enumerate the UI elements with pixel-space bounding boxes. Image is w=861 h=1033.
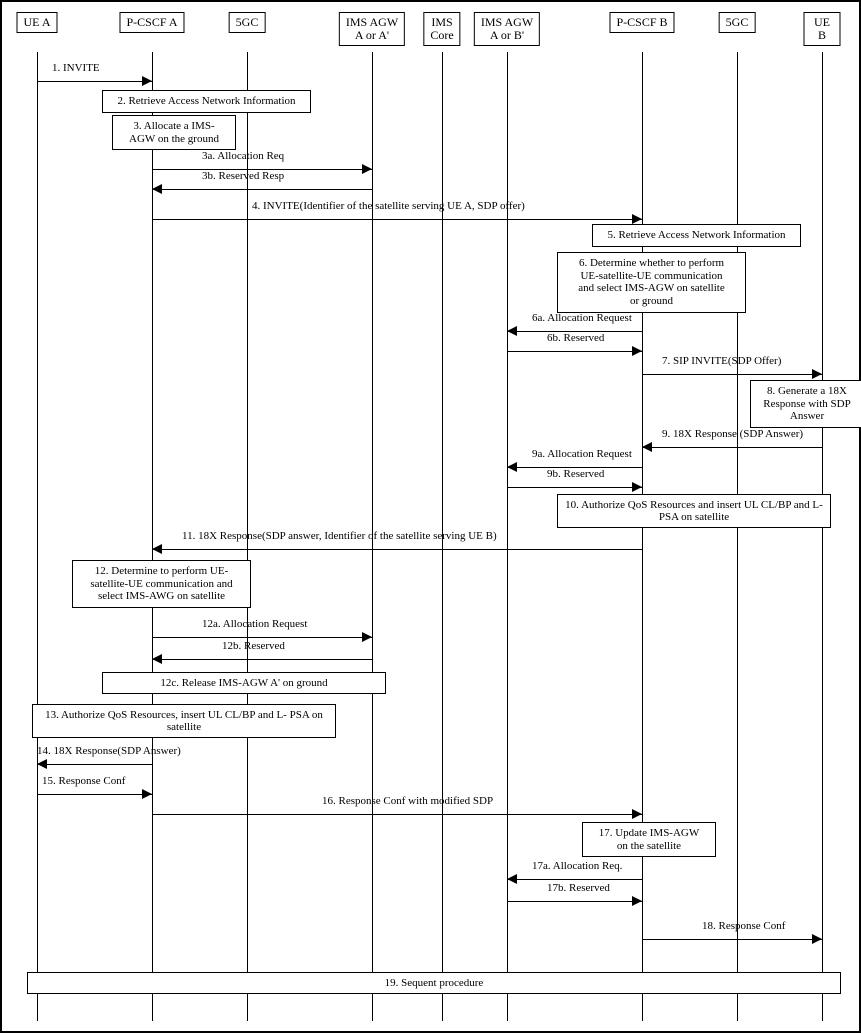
sequence-diagram: UE A P-CSCF A 5GC IMS AGW A or A' IMS Co… bbox=[0, 0, 861, 1033]
participant-ims-agw-a: IMS AGW A or A' bbox=[339, 12, 405, 46]
participant-ims-core: IMS Core bbox=[423, 12, 460, 46]
participant-pcscf-a: P-CSCF A bbox=[119, 12, 184, 33]
participant-ue-b: UE B bbox=[804, 12, 841, 46]
note-12c-release-agw: 12c. Release IMS-AGW A' on ground bbox=[102, 672, 386, 694]
note-6-determine: 6. Determine whether to perform UE-satel… bbox=[557, 252, 746, 313]
lifeline-ue-a bbox=[37, 52, 38, 1021]
note-8-generate-18x: 8. Generate a 18X Response with SDP Answ… bbox=[750, 380, 861, 428]
note-2-retrieve-ani: 2. Retrieve Access Network Information bbox=[102, 90, 311, 113]
note-12-determine: 12. Determine to perform UE- satellite-U… bbox=[72, 560, 251, 608]
lifeline-5gc-b bbox=[737, 52, 738, 1021]
note-17-update-agw: 17. Update IMS-AGW on the satellite bbox=[582, 822, 716, 857]
note-3-allocate-agw: 3. Allocate a IMS- AGW on the ground bbox=[112, 115, 236, 150]
note-13-authorize-qos: 13. Authorize QoS Resources, insert UL C… bbox=[32, 704, 336, 738]
participant-5gc-a: 5GC bbox=[229, 12, 266, 33]
participant-5gc-b: 5GC bbox=[719, 12, 756, 33]
note-19-sequent-procedure: 19. Sequent procedure bbox=[27, 972, 841, 994]
lifeline-ue-b bbox=[822, 52, 823, 1021]
participant-ue-a: UE A bbox=[17, 12, 58, 33]
participant-pcscf-b: P-CSCF B bbox=[609, 12, 674, 33]
note-10-authorize-qos: 10. Authorize QoS Resources and insert U… bbox=[557, 494, 831, 528]
participant-ims-agw-b: IMS AGW A or B' bbox=[474, 12, 540, 46]
note-5-retrieve-ani: 5. Retrieve Access Network Information bbox=[592, 224, 801, 247]
lifeline-pcscf-b bbox=[642, 52, 643, 1021]
lifeline-pcscf-a bbox=[152, 52, 153, 1021]
